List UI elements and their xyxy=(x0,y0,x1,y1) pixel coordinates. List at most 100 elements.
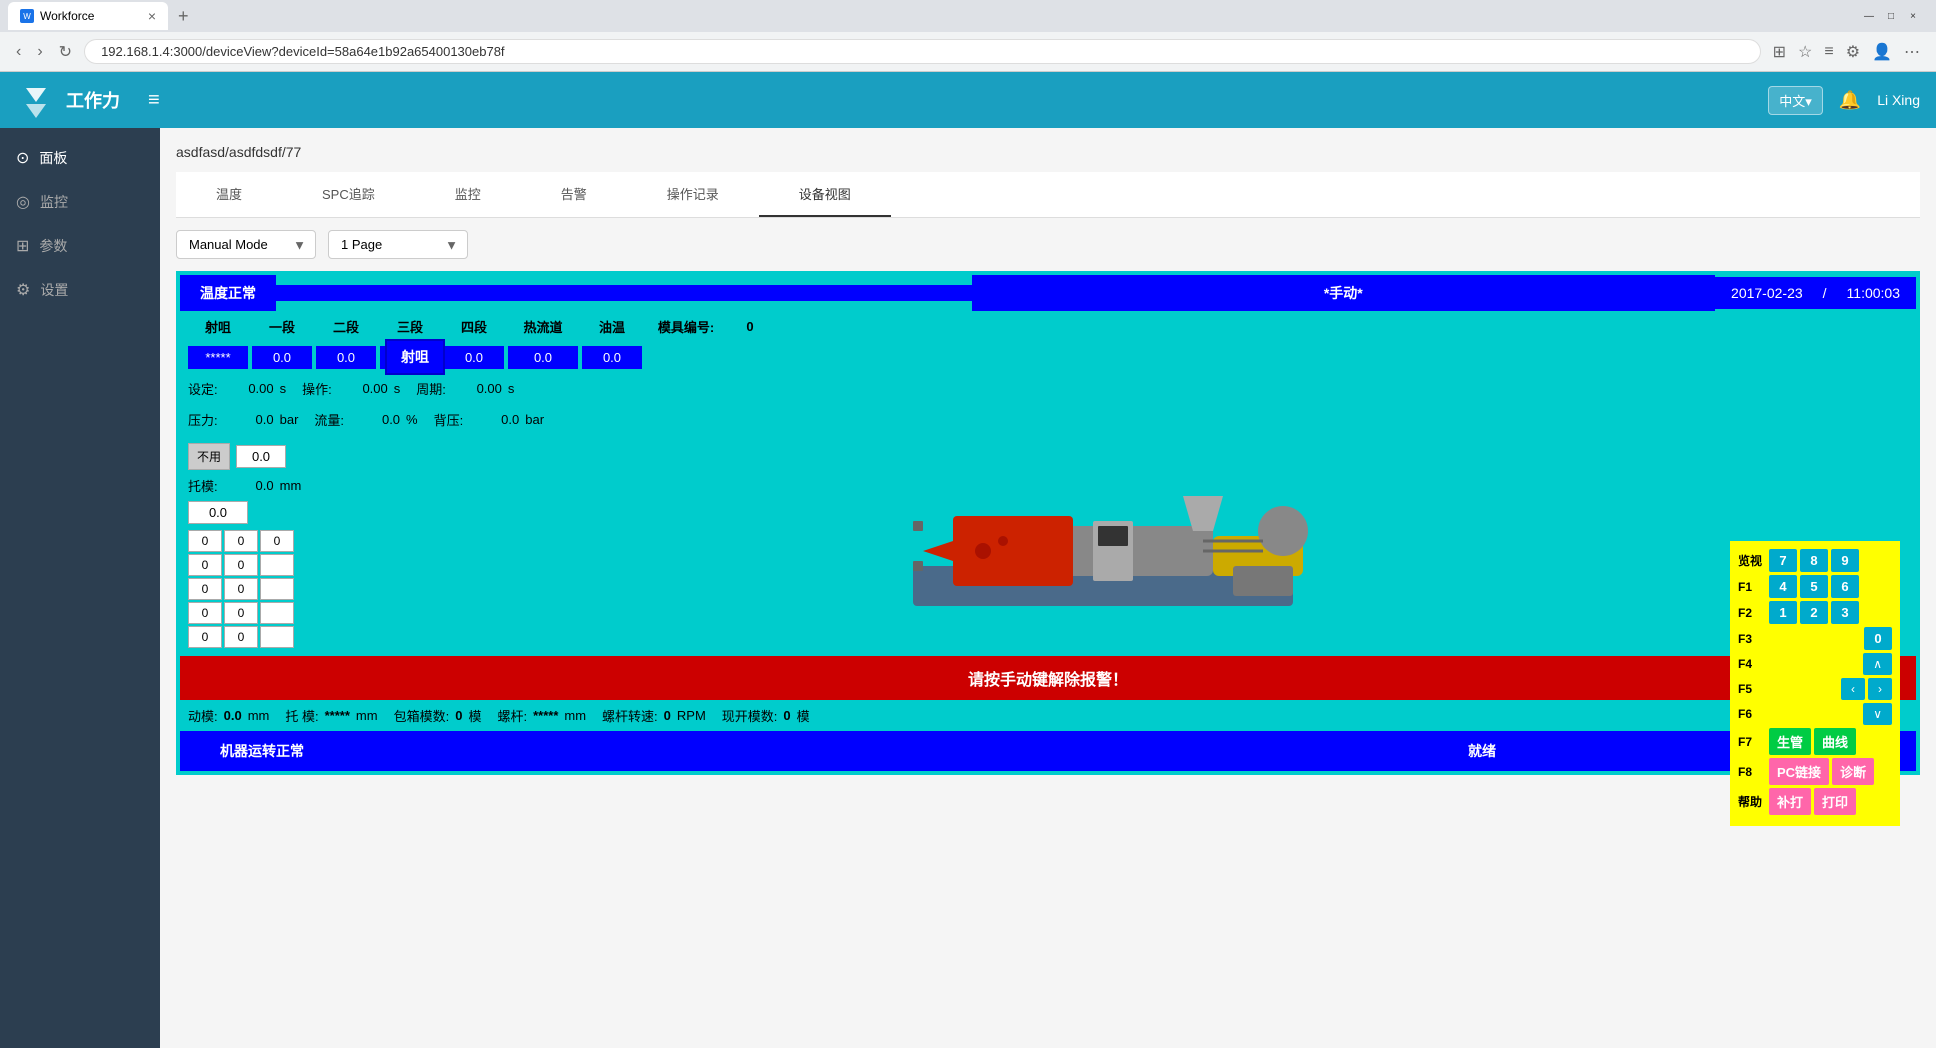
backpressure-group: 背压: 0.0 bar xyxy=(434,410,544,429)
flow-label: 流量: xyxy=(314,410,344,429)
fn-f7: F7 xyxy=(1738,735,1766,749)
page-content: asdfasd/asdfdsdf/77 温度 SPC追踪 监控 告警 操作记录 … xyxy=(160,128,1936,1048)
new-tab-btn[interactable]: + xyxy=(172,6,195,27)
numpad-row-f3: F3 0 xyxy=(1738,627,1892,650)
num-3-btn[interactable]: 3 xyxy=(1831,601,1859,624)
val-shejui: ***** xyxy=(188,346,248,369)
mode-select[interactable]: Manual Mode Auto Mode Semi-Auto xyxy=(176,230,316,259)
bookmark-btn[interactable]: ☆ xyxy=(1794,38,1816,66)
tab-devview[interactable]: 设备视图 xyxy=(759,172,891,217)
print-btn[interactable]: 打印 xyxy=(1814,788,1856,815)
pc-btn[interactable]: PC链接 xyxy=(1769,758,1829,785)
backpressure-unit: bar xyxy=(525,412,544,427)
menu-btn[interactable]: ≡ xyxy=(1820,39,1837,65)
tab-title: Workforce xyxy=(40,9,94,23)
back-btn[interactable]: ‹ xyxy=(12,39,25,65)
tab-alarm[interactable]: 告警 xyxy=(521,172,627,217)
num-8-btn[interactable]: 8 xyxy=(1800,549,1828,572)
flow-group: 流量: 0.0 % xyxy=(314,410,417,429)
num-6-btn[interactable]: 6 xyxy=(1831,575,1859,598)
val-youwen: 0.0 xyxy=(582,346,642,369)
not-use-btn[interactable]: 不用 xyxy=(188,443,230,470)
pressure-unit: bar xyxy=(280,412,299,427)
numpad-row-top: 览视 7 8 9 xyxy=(1738,549,1892,572)
sidebar-item-dashboard[interactable]: ⊙ 面板 xyxy=(0,136,160,180)
cycle-unit: s xyxy=(508,381,515,396)
browser-tab[interactable]: W Workforce × xyxy=(8,2,168,30)
reader-view-btn[interactable]: ⊞ xyxy=(1769,38,1790,66)
window-controls: — □ × xyxy=(1862,9,1928,23)
extensions-btn[interactable]: ⚙ xyxy=(1842,38,1864,66)
maximize-btn[interactable]: □ xyxy=(1884,9,1898,23)
tab-spc[interactable]: SPC追踪 xyxy=(282,172,415,217)
col-mold-label: 模具编号: xyxy=(646,317,726,336)
mold-number: 0 xyxy=(730,319,770,334)
arrow-left-btn[interactable]: ‹ xyxy=(1841,678,1865,700)
page-select[interactable]: 1 Page 2 Page 3 Page xyxy=(328,230,468,259)
zhenduan-btn[interactable]: 诊断 xyxy=(1832,758,1874,785)
numpad-row-help: 帮助 补打 打印 xyxy=(1738,788,1892,815)
sidebar-item-monitor[interactable]: ◎ 监控 xyxy=(0,180,160,224)
pressure-group: 压力: 0.0 bar xyxy=(188,410,298,429)
sidebar-item-params[interactable]: ⊞ 参数 xyxy=(0,224,160,268)
lang-btn[interactable]: 中文▾ xyxy=(1768,86,1823,115)
quxian-btn[interactable]: 曲线 xyxy=(1814,728,1856,755)
profile-btn[interactable]: 👤 xyxy=(1868,38,1896,66)
backpressure-value: 0.0 xyxy=(469,412,519,427)
num-1-btn[interactable]: 1 xyxy=(1769,601,1797,624)
machine-svg xyxy=(893,466,1333,626)
numpad-row-f5: F5 ‹ › xyxy=(1738,678,1892,700)
arrow-up-btn[interactable]: ∧ xyxy=(1863,653,1892,675)
mold-lift-unit: mm xyxy=(280,478,302,493)
tab-monitor[interactable]: 监控 xyxy=(415,172,521,217)
backpressure-label: 背压: xyxy=(434,410,464,429)
mold-lift-row: 托模: 0.0 mm xyxy=(188,476,302,495)
bu-btn[interactable]: 补打 xyxy=(1769,788,1811,815)
breadcrumb: asdfasd/asdfdsdf/77 xyxy=(176,144,1920,160)
tab-close-btn[interactable]: × xyxy=(148,8,156,24)
machine-row: 不用 0.0 托模: 0.0 mm 0.0 0 xyxy=(180,435,1916,656)
settings-icon: ⚙ xyxy=(16,280,30,300)
close-btn[interactable]: × xyxy=(1906,9,1920,23)
bell-icon[interactable]: 🔔 xyxy=(1839,90,1861,111)
mold-lift-label: 托模: xyxy=(188,476,218,495)
header-right: 中文▾ 🔔 Li Xing xyxy=(1768,86,1920,115)
dashboard-icon: ⊙ xyxy=(16,148,29,168)
fn-f4: F4 xyxy=(1738,657,1766,671)
params-icon: ⊞ xyxy=(16,236,29,256)
numpad-row-f7: F7 生管 曲线 xyxy=(1738,728,1892,755)
num-4-btn[interactable]: 4 xyxy=(1769,575,1797,598)
op-label: 操作: xyxy=(302,379,332,398)
numpad-row-f2: F2 1 2 3 xyxy=(1738,601,1892,624)
op-value: 0.00 xyxy=(338,381,388,396)
set-label: 设定: xyxy=(188,379,218,398)
sidebar-label-dashboard: 面板 xyxy=(39,148,67,168)
arrow-right-btn[interactable]: › xyxy=(1868,678,1892,700)
hamburger-btn[interactable]: ≡ xyxy=(148,89,160,112)
shenguan-btn[interactable]: 生管 xyxy=(1769,728,1811,755)
num-2-btn[interactable]: 2 xyxy=(1800,601,1828,624)
num-9-btn[interactable]: 9 xyxy=(1831,549,1859,572)
forward-btn[interactable]: › xyxy=(33,39,46,65)
tab-temp[interactable]: 温度 xyxy=(176,172,282,217)
numpad-row-f6: F6 ∨ xyxy=(1738,703,1892,725)
numpad: 览视 7 8 9 F1 4 5 6 F2 1 xyxy=(1730,541,1900,826)
pressure-label: 压力: xyxy=(188,410,218,429)
more-btn[interactable]: ⋯ xyxy=(1900,38,1924,66)
refresh-btn[interactable]: ↻ xyxy=(55,38,76,66)
pressure-row: 压力: 0.0 bar 流量: 0.0 % 背压: 0.0 bar xyxy=(180,404,1916,435)
address-input[interactable] xyxy=(84,39,1761,64)
op-unit: s xyxy=(394,381,401,396)
num-0-btn[interactable]: 0 xyxy=(1864,627,1892,650)
device-panel: 温度正常 *手动* 2017-02-23 / 11:00:03 射咀 一段 二段… xyxy=(176,271,1920,775)
minimize-btn[interactable]: — xyxy=(1862,9,1876,23)
stat-baoxiang: 包箱模数: 0 模 xyxy=(394,706,482,725)
machine-image-container xyxy=(310,435,1916,656)
stat-xiankaimo: 现开模数: 0 模 xyxy=(722,706,810,725)
sidebar-item-settings[interactable]: ⚙ 设置 xyxy=(0,268,160,312)
num-5-btn[interactable]: 5 xyxy=(1800,575,1828,598)
num-7-btn[interactable]: 7 xyxy=(1769,549,1797,572)
arrow-down-btn[interactable]: ∨ xyxy=(1863,703,1892,725)
tab-oplog[interactable]: 操作记录 xyxy=(627,172,759,217)
val-reliudao: 0.0 xyxy=(508,346,578,369)
